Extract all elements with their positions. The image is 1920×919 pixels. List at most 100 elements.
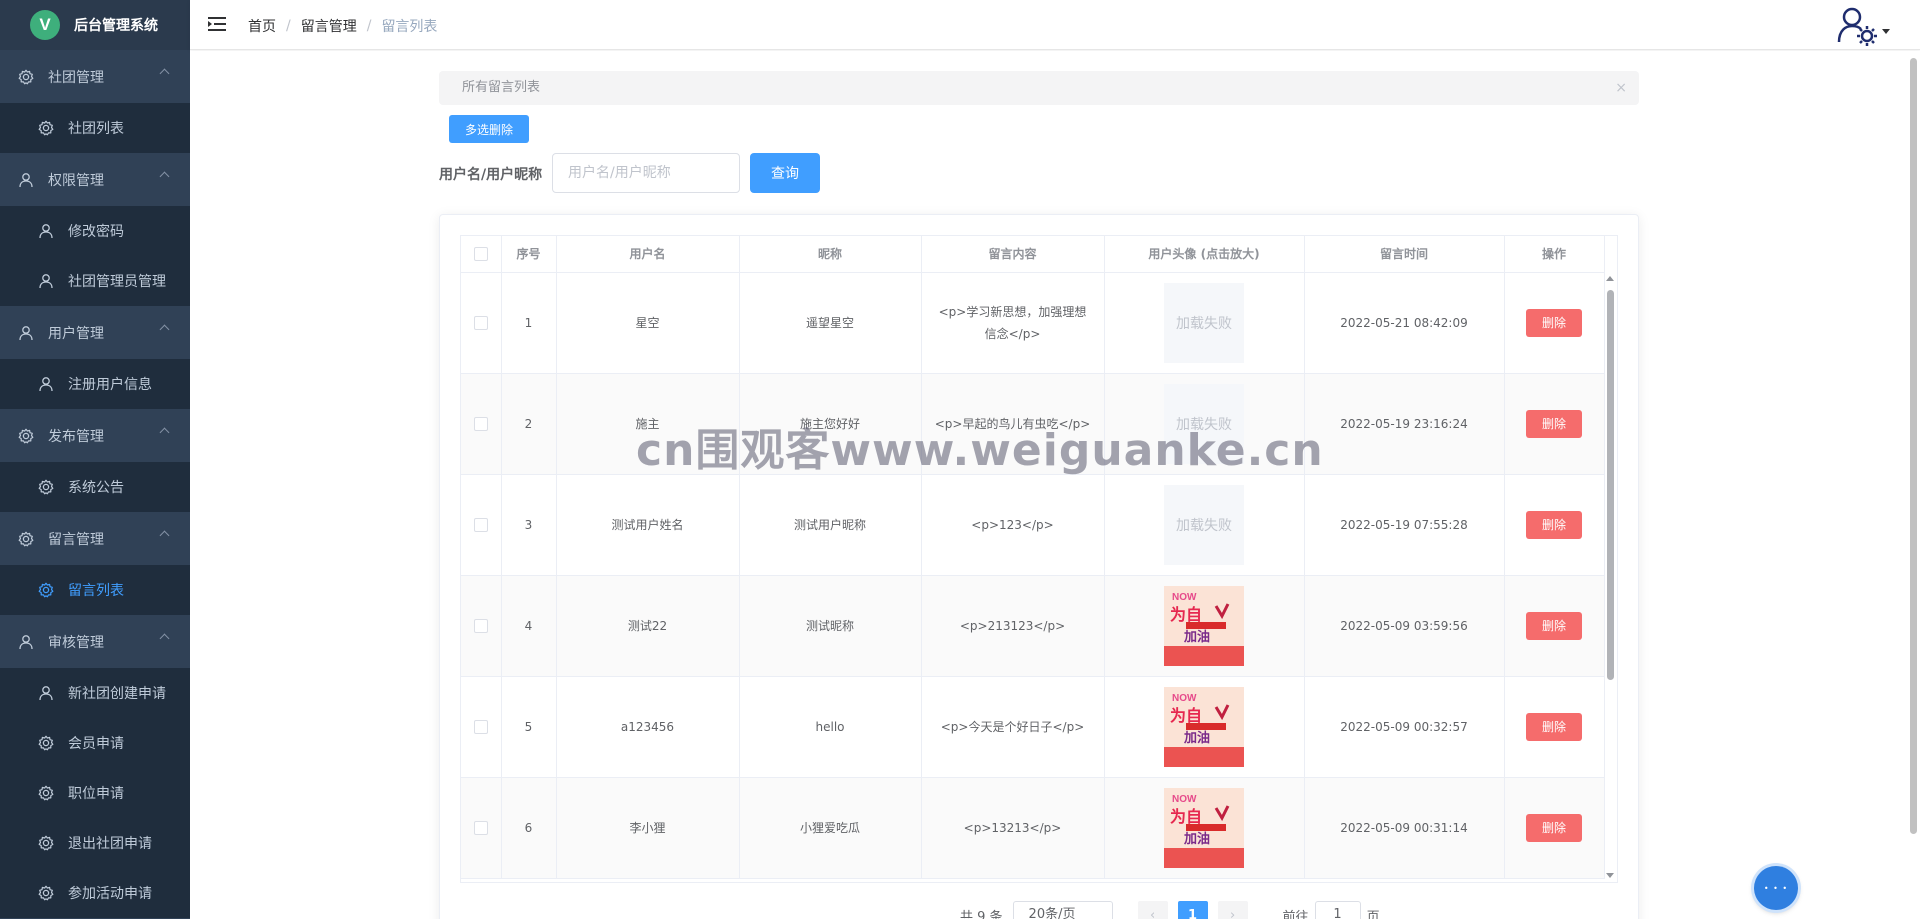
sidebar-group-5[interactable]: 用户管理 <box>0 306 190 359</box>
row-select-cell[interactable] <box>461 272 502 374</box>
sidebar-item-3[interactable]: 修改密码 <box>0 206 190 256</box>
multi-delete-button[interactable]: 多选删除 <box>449 115 529 143</box>
sidebar-item-label: 会员申请 <box>68 736 124 752</box>
close-icon[interactable]: × <box>1615 71 1627 105</box>
cell-nickname: 遥望星空 <box>739 272 922 374</box>
jump-label: 前往 <box>1282 909 1309 919</box>
sidebar-item-label: 用户管理 <box>48 325 104 342</box>
row-select-cell[interactable] <box>461 575 502 677</box>
sidebar-item-label: 系统公告 <box>68 480 124 496</box>
sidebar-item-6[interactable]: 注册用户信息 <box>0 359 190 409</box>
sidebar-item-label: 社团管理 <box>48 69 104 86</box>
page-scrollbar[interactable] <box>1906 50 1920 919</box>
page-size-select[interactable]: 20条/页 <box>1012 901 1113 919</box>
logo-icon: V <box>30 10 60 40</box>
select-all-header[interactable] <box>461 236 502 273</box>
svg-text:为自: 为自 <box>1170 605 1202 624</box>
page-scroll-thumb[interactable] <box>1910 58 1917 834</box>
sidebar-group-0[interactable]: 社团管理 <box>0 50 190 103</box>
avatar-load-failed[interactable]: 加载失败 <box>1164 282 1244 363</box>
user-icon <box>18 172 34 188</box>
user-menu[interactable] <box>1836 6 1890 46</box>
breadcrumb-home[interactable]: 首页 <box>248 16 276 36</box>
chevron-up-icon <box>159 68 170 79</box>
next-page-button[interactable]: › <box>1217 901 1248 919</box>
cell-action: 删除 <box>1504 777 1605 879</box>
user-icon <box>38 685 54 701</box>
jump-page-input[interactable]: 1 <box>1314 901 1361 919</box>
sidebar-group-7[interactable]: 发布管理 <box>0 409 190 462</box>
sidebar-item-10[interactable]: 留言列表 <box>0 565 190 615</box>
select-all-checkbox[interactable] <box>473 247 488 261</box>
scroll-up-icon[interactable] <box>1606 276 1614 281</box>
avatar-load-failed[interactable]: 加载失败 <box>1164 484 1244 565</box>
search-button[interactable]: 查询 <box>750 153 820 193</box>
floating-assistant-button[interactable]: • • • <box>1754 866 1798 910</box>
app-logo[interactable]: V 后台管理系统 <box>0 0 190 50</box>
gear-icon <box>38 885 54 901</box>
sidebar-item-13[interactable]: 会员申请 <box>0 718 190 768</box>
row-checkbox[interactable] <box>473 618 488 633</box>
avatar-load-failed[interactable]: 加载失败 <box>1164 383 1244 464</box>
row-checkbox[interactable] <box>473 315 488 330</box>
menu-toggle-icon[interactable] <box>208 16 226 32</box>
sidebar-item-16[interactable]: 参加活动申请 <box>0 868 190 918</box>
sidebar-item-label: 修改密码 <box>68 224 124 240</box>
scroll-down-icon[interactable] <box>1606 873 1614 878</box>
chevron-up-icon <box>159 633 170 644</box>
delete-button[interactable]: 删除 <box>1526 813 1582 842</box>
row-select-cell[interactable] <box>461 676 502 778</box>
sidebar-group-2[interactable]: 权限管理 <box>0 153 190 206</box>
sidebar-item-12[interactable]: 新社团创建申请 <box>0 668 190 718</box>
cell-nickname: 测试昵称 <box>739 575 922 677</box>
breadcrumb-current: 留言列表 <box>381 19 438 35</box>
chevron-up-icon <box>159 530 170 541</box>
cell-index: 3 <box>501 474 557 576</box>
sidebar-item-15[interactable]: 退出社团申请 <box>0 818 190 868</box>
delete-button[interactable]: 删除 <box>1526 510 1582 539</box>
delete-button[interactable]: 删除 <box>1526 409 1582 438</box>
cell-time: 2022-05-09 00:32:57 <box>1304 676 1505 778</box>
avatar-image[interactable]: NOW 为自加油 <box>1164 585 1244 666</box>
row-checkbox[interactable] <box>473 719 488 734</box>
breadcrumb-separator: / <box>366 18 372 34</box>
cell-time: 2022-05-09 00:31:14 <box>1304 777 1505 879</box>
cell-index: 6 <box>501 777 557 879</box>
sidebar-group-11[interactable]: 审核管理 <box>0 615 190 668</box>
delete-button[interactable]: 删除 <box>1526 712 1582 741</box>
sidebar: V 后台管理系统 社团管理社团列表 权限管理修改密码社团管理员管理用户管理注册用户… <box>0 0 190 919</box>
row-select-cell[interactable] <box>461 474 502 576</box>
gear-icon <box>18 69 34 85</box>
breadcrumb-message-management[interactable]: 留言管理 <box>301 16 357 36</box>
table-row: 2 施主 施主您好好 <p>早起的鸟儿有虫吃</p> 加载失败 2022-05-19 23… <box>461 373 1605 475</box>
table-scrollbar[interactable] <box>1605 272 1615 882</box>
row-select-cell[interactable] <box>461 777 502 879</box>
sidebar-item-label: 社团管理员管理 <box>68 274 166 290</box>
sidebar-item-8[interactable]: 系统公告 <box>0 462 190 512</box>
table-header-row: 序号 用户名 昵称 留言内容 用户头像 (点击放大) 留言时间 操作 <box>461 236 1605 273</box>
cell-time: 2022-05-09 03:59:56 <box>1304 575 1505 677</box>
row-checkbox[interactable] <box>473 416 488 431</box>
cell-username: a123456 <box>556 676 740 778</box>
sidebar-item-4[interactable]: 社团管理员管理 <box>0 256 190 306</box>
search-input[interactable] <box>552 153 740 193</box>
cell-avatar: 加载失败 <box>1104 272 1305 374</box>
row-checkbox[interactable] <box>473 820 488 835</box>
delete-button[interactable]: 删除 <box>1526 611 1582 640</box>
sidebar-item-1[interactable]: 社团列表 <box>0 103 190 153</box>
chevron-up-icon <box>159 427 170 438</box>
cell-action: 删除 <box>1504 373 1605 475</box>
prev-page-button[interactable]: ‹ <box>1137 901 1168 919</box>
svg-text:NOW: NOW <box>1172 592 1197 603</box>
cell-username: 星空 <box>556 272 740 374</box>
avatar-image[interactable]: NOW 为自加油 <box>1164 686 1244 767</box>
row-checkbox[interactable] <box>473 517 488 532</box>
sidebar-group-9[interactable]: 留言管理 <box>0 512 190 565</box>
delete-button[interactable]: 删除 <box>1526 308 1582 337</box>
scroll-thumb[interactable] <box>1607 290 1614 680</box>
cell-avatar: 加载失败 <box>1104 373 1305 475</box>
page-number-button[interactable]: 1 <box>1177 901 1208 919</box>
row-select-cell[interactable] <box>461 373 502 475</box>
sidebar-item-14[interactable]: 职位申请 <box>0 768 190 818</box>
avatar-image[interactable]: NOW 为自加油 <box>1164 787 1244 868</box>
